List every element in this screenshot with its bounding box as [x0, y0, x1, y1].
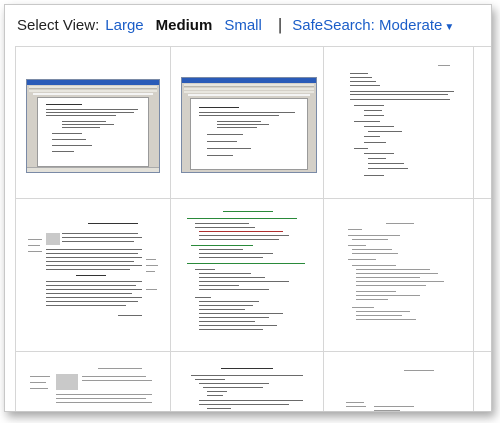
toolbar-separator: | [277, 15, 283, 34]
result-cell-10[interactable] [171, 352, 324, 411]
result-cell-12-partial[interactable] [474, 352, 491, 411]
result-thumbnail-1[interactable] [26, 79, 160, 173]
view-toolbar: Select View: Large Medium Small | SafeSe… [5, 5, 491, 45]
result-thumbnail-9[interactable] [28, 366, 160, 411]
result-cell-4-partial[interactable] [474, 47, 491, 199]
result-cell-1[interactable] [16, 47, 171, 199]
dropdown-arrow-icon: ▼ [444, 21, 455, 33]
result-cell-9[interactable] [16, 352, 171, 411]
result-cell-8-partial[interactable] [474, 199, 491, 352]
view-small-link[interactable]: Small [224, 17, 262, 34]
result-thumbnail-3[interactable] [344, 61, 462, 193]
thumbnail-grid [15, 46, 491, 411]
result-cell-5[interactable] [16, 199, 171, 352]
result-thumbnail-7[interactable] [342, 221, 458, 331]
result-thumbnail-6[interactable] [183, 209, 313, 345]
result-thumbnail-11[interactable] [344, 366, 460, 411]
view-medium-current: Medium [155, 16, 213, 34]
image-results-panel: Select View: Large Medium Small | SafeSe… [4, 4, 492, 412]
result-cell-11[interactable] [324, 352, 474, 411]
select-view-label: Select View: [17, 16, 100, 34]
safesearch-label: SafeSearch: Moderate [292, 16, 443, 34]
result-thumbnail-5[interactable] [28, 219, 158, 329]
view-large-link[interactable]: Large [105, 17, 143, 34]
safesearch-dropdown[interactable]: SafeSearch: Moderate ▼ [292, 17, 454, 34]
result-cell-3[interactable] [324, 47, 474, 199]
result-cell-6[interactable] [171, 199, 324, 352]
result-thumbnail-2[interactable] [181, 77, 317, 173]
result-thumbnail-10[interactable] [185, 366, 313, 411]
result-cell-2[interactable] [171, 47, 324, 199]
result-cell-7[interactable] [324, 199, 474, 352]
